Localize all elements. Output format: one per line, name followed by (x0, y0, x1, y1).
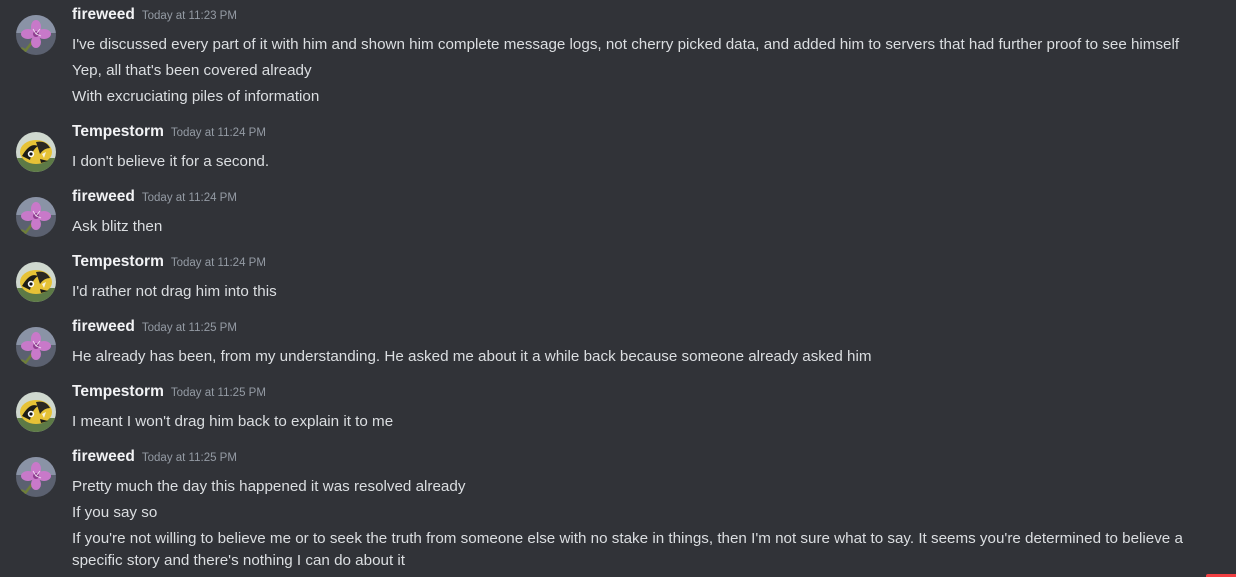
message-header: fireweed Today at 11:25 PM (72, 448, 237, 470)
avatar[interactable] (16, 327, 56, 367)
username[interactable]: Tempestorm (72, 123, 164, 140)
username[interactable]: Tempestorm (72, 383, 164, 400)
message-text: If you say so (72, 504, 158, 521)
fireweed-flower-avatar-icon (16, 457, 56, 497)
message-text: If you're not willing to believe me or t… (72, 530, 1183, 569)
avatar[interactable] (16, 15, 56, 55)
timestamp[interactable]: Today at 11:24 PM (171, 257, 266, 269)
avatar[interactable] (16, 132, 56, 172)
username[interactable]: fireweed (72, 318, 135, 335)
message-text: With excruciating piles of information (72, 88, 320, 105)
message-header: Tempestorm Today at 11:24 PM (72, 123, 266, 145)
tempestorm-bird-avatar-icon (16, 392, 56, 432)
message-list: fireweed Today at 11:23 PM I've discussed… (0, 0, 1236, 577)
message-header: fireweed Today at 11:24 PM (72, 188, 237, 210)
fireweed-flower-avatar-icon (16, 327, 56, 367)
message-text: I don't believe it for a second. (72, 153, 270, 170)
message-header: fireweed Today at 11:25 PM (72, 318, 237, 340)
message-text: He already has been, from my understandi… (72, 348, 872, 365)
tempestorm-bird-avatar-icon (16, 132, 56, 172)
timestamp[interactable]: Today at 11:25 PM (171, 387, 266, 399)
message-text: I've discussed every part of it with him… (72, 36, 1180, 53)
avatar[interactable] (16, 197, 56, 237)
timestamp[interactable]: Today at 11:23 PM (142, 10, 237, 22)
message-text: Ask blitz then (72, 218, 163, 235)
username[interactable]: fireweed (72, 6, 135, 23)
timestamp[interactable]: Today at 11:24 PM (171, 127, 266, 139)
username[interactable]: fireweed (72, 448, 135, 465)
message-text: I'd rather not drag him into this (72, 283, 277, 300)
fireweed-flower-avatar-icon (16, 15, 56, 55)
tempestorm-bird-avatar-icon (16, 262, 56, 302)
fireweed-flower-avatar-icon (16, 197, 56, 237)
timestamp[interactable]: Today at 11:24 PM (142, 192, 237, 204)
avatar[interactable] (16, 392, 56, 432)
timestamp[interactable]: Today at 11:25 PM (142, 322, 237, 334)
message-header: fireweed Today at 11:23 PM (72, 6, 237, 28)
message-text: Yep, all that's been covered already (72, 62, 312, 79)
timestamp[interactable]: Today at 11:25 PM (142, 452, 237, 464)
message-header: Tempestorm Today at 11:25 PM (72, 383, 266, 405)
username[interactable]: fireweed (72, 188, 135, 205)
avatar[interactable] (16, 262, 56, 302)
username[interactable]: Tempestorm (72, 253, 164, 270)
avatar[interactable] (16, 457, 56, 497)
message-text: I meant I won't drag him back to explain… (72, 413, 394, 430)
message-text: Pretty much the day this happened it was… (72, 478, 466, 495)
message-header: Tempestorm Today at 11:24 PM (72, 253, 266, 275)
